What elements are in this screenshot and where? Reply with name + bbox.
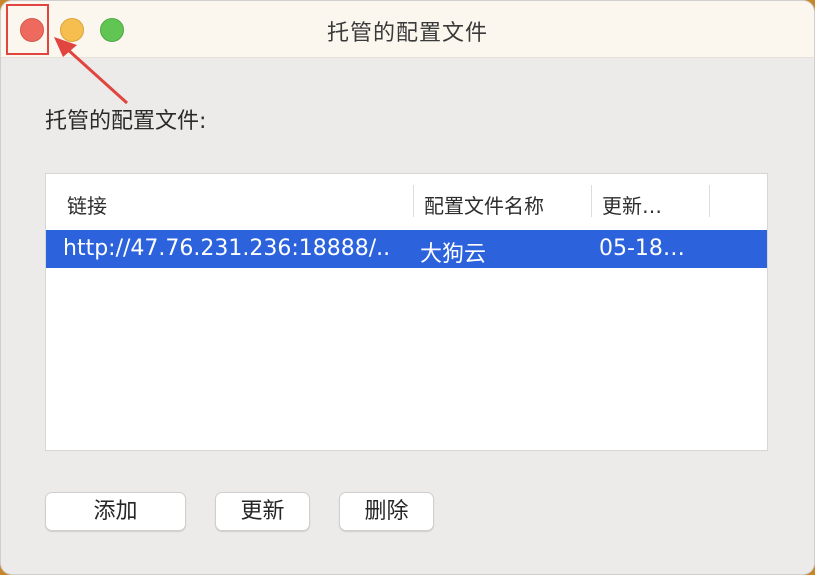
row-updated: 05-18…: [599, 236, 685, 261]
window-title: 托管的配置文件: [326, 21, 488, 46]
column-header-link[interactable]: 链接: [67, 190, 107, 219]
annotation-highlight-box: [6, 4, 49, 55]
profiles-table: 链接 配置文件名称 更新… http://47.76.231.236:18888…: [45, 173, 768, 451]
row-name: 大狗云: [420, 242, 487, 267]
titlebar: 托管的配置文件: [1, 1, 814, 58]
table-row[interactable]: http://47.76.231.236:18888/.. 大狗云 05-18…: [46, 230, 767, 268]
section-label: 托管的配置文件:: [45, 109, 207, 134]
add-button[interactable]: 添加: [45, 492, 186, 531]
window: 托管的配置文件 托管的配置文件: 链接 配置文件名称 更新… http://47…: [0, 0, 815, 575]
column-divider[interactable]: [591, 185, 592, 217]
column-divider[interactable]: [413, 185, 414, 217]
delete-button[interactable]: 删除: [339, 492, 434, 531]
column-header-name[interactable]: 配置文件名称: [424, 190, 544, 219]
column-header-updated[interactable]: 更新…: [602, 190, 662, 219]
column-divider[interactable]: [709, 185, 710, 217]
update-button[interactable]: 更新: [215, 492, 310, 531]
row-link: http://47.76.231.236:18888/..: [63, 236, 391, 261]
table-header: 链接 配置文件名称 更新…: [46, 174, 767, 231]
